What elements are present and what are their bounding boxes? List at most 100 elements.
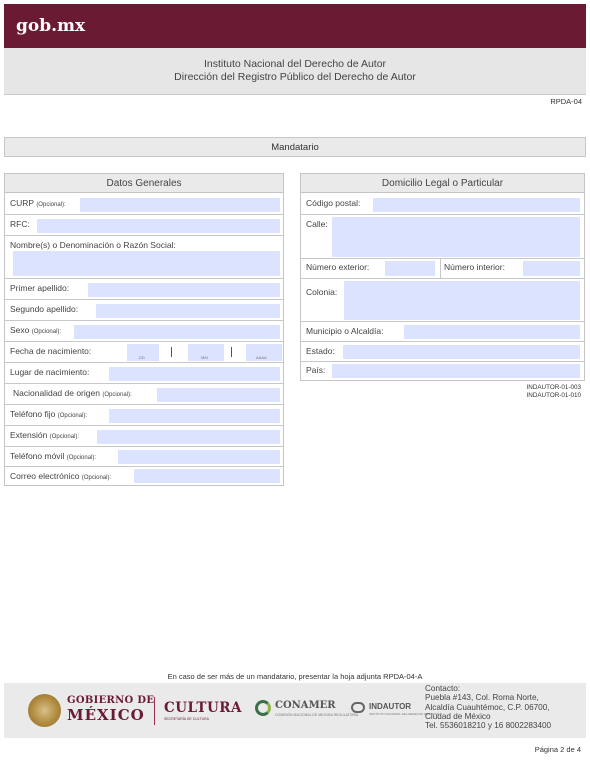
birth-year-input[interactable]: AAAA bbox=[246, 344, 282, 361]
contact-line: Alcaldía Cuauhtémoc, C.P. 06700, bbox=[425, 702, 550, 712]
field-correo: Correo electrónico (Opcional): bbox=[5, 467, 283, 486]
numero-exterior-input[interactable] bbox=[385, 261, 435, 276]
cultura-logo: CULTURA bbox=[164, 700, 242, 716]
date-separator bbox=[231, 347, 232, 357]
domicilio-panel: Domicilio Legal o Particular Código post… bbox=[300, 173, 585, 381]
contact-line: Tel. 5536018210 y 16 8002283400 bbox=[425, 721, 552, 731]
indautor-icon bbox=[351, 702, 365, 713]
extension-input[interactable] bbox=[97, 430, 280, 444]
segundo-apellido-input[interactable] bbox=[96, 304, 280, 318]
field-label: Sexo bbox=[10, 325, 30, 335]
section-title: Mandatario bbox=[4, 137, 586, 157]
field-label: Teléfono fijo bbox=[10, 409, 56, 419]
field-telefono-movil: Teléfono móvil (Opcional): bbox=[5, 447, 283, 467]
field-label: Primer apellido: bbox=[10, 283, 70, 293]
primer-apellido-input[interactable] bbox=[88, 283, 280, 297]
institute-header: Instituto Nacional del Derecho de Autor … bbox=[4, 48, 586, 95]
panel-title: Datos Generales bbox=[5, 174, 283, 193]
page-number: Página 2 de 4 bbox=[534, 745, 581, 754]
calle-input[interactable] bbox=[332, 217, 580, 257]
correo-input[interactable] bbox=[134, 469, 280, 483]
field-calle: Calle: bbox=[301, 215, 584, 259]
optional-note: (Opcional): bbox=[66, 455, 97, 461]
field-telefono-fijo: Teléfono fijo (Opcional): bbox=[5, 405, 283, 426]
field-rfc: RFC: bbox=[5, 215, 283, 236]
field-fecha-nacimiento: Fecha de nacimiento: DD MM AAAA bbox=[5, 342, 283, 363]
field-label: Segundo apellido: bbox=[10, 304, 79, 314]
national-seal-icon bbox=[28, 694, 61, 727]
field-label: Calle: bbox=[306, 219, 328, 229]
field-extension: Extensión (Opcional): bbox=[5, 426, 283, 447]
top-bar: gob.mx bbox=[4, 4, 586, 48]
colonia-input[interactable] bbox=[344, 281, 580, 320]
panel-title: Domicilio Legal o Particular bbox=[301, 174, 584, 193]
indautor-codes: INDAUTOR-01-003 INDAUTOR-01-010 bbox=[527, 384, 581, 399]
field-label: Extensión bbox=[10, 430, 48, 440]
indautor-logo: INDAUTOR bbox=[369, 702, 412, 711]
birth-day-input[interactable]: DD bbox=[127, 344, 159, 361]
telefono-movil-input[interactable] bbox=[118, 450, 280, 464]
sexo-input[interactable] bbox=[74, 325, 280, 339]
contact-line: Contacto: bbox=[425, 684, 461, 693]
codigo-postal-input[interactable] bbox=[373, 198, 580, 212]
field-estado: Estado: bbox=[301, 342, 584, 362]
optional-note: (Opcional): bbox=[102, 392, 132, 398]
optional-note: (Opcional): bbox=[49, 434, 80, 440]
year-hint: AAAA bbox=[256, 355, 267, 360]
conamer-logo-sub: COMISIÓN NACIONAL DE MEJORA REGULATORIA bbox=[275, 713, 359, 717]
optional-note: (Opcional): bbox=[57, 413, 88, 419]
field-pais: País: bbox=[301, 362, 584, 381]
field-municipio: Municipio o Alcaldía: bbox=[301, 322, 584, 342]
conamer-logo: CONAMER bbox=[275, 700, 336, 711]
field-label: Estado: bbox=[306, 346, 335, 356]
field-colonia: Colonia: bbox=[301, 279, 584, 322]
field-sexo: Sexo (Opcional): bbox=[5, 321, 283, 342]
field-nacionalidad: Nacionalidad de origen (Opcional): bbox=[5, 384, 283, 405]
municipio-input[interactable] bbox=[404, 325, 580, 339]
gobierno-logo-line2: MÉXICO bbox=[67, 706, 145, 724]
contact-line: Puebla #143, Col. Roma Norte, bbox=[425, 693, 539, 703]
date-separator bbox=[171, 347, 172, 357]
contact-info: Contacto: Puebla #143, Col. Roma Norte, … bbox=[425, 684, 551, 730]
curp-input[interactable] bbox=[80, 198, 280, 212]
field-label: Fecha de nacimiento: bbox=[10, 346, 92, 356]
field-label: Teléfono móvil bbox=[10, 451, 65, 461]
procedure-code: INDAUTOR-01-003 bbox=[526, 384, 581, 391]
field-codigo-postal: Código postal: bbox=[301, 194, 584, 215]
field-label: Nombre(s) o Denominación o Razón Social: bbox=[10, 240, 176, 250]
field-label: Municipio o Alcaldía: bbox=[306, 326, 384, 336]
field-primer-apellido: Primer apellido: bbox=[5, 279, 283, 300]
field-lugar-nacimiento: Lugar de nacimiento: bbox=[5, 363, 283, 384]
field-nombre: Nombre(s) o Denominación o Razón Social: bbox=[5, 236, 283, 279]
datos-generales-panel: Datos Generales CURP (Opcional): RFC: No… bbox=[4, 173, 284, 486]
estado-input[interactable] bbox=[343, 345, 580, 359]
footer: GOBIERNO DE MÉXICO CULTURA SECRETARÍA DE… bbox=[4, 683, 586, 738]
birth-month-input[interactable]: MM bbox=[188, 344, 224, 361]
telefono-fijo-input[interactable] bbox=[109, 409, 280, 423]
field-label: Colonia: bbox=[306, 287, 338, 297]
annex-note: En caso de ser más de un mandatario, pre… bbox=[167, 672, 423, 681]
gobierno-logo-line1: GOBIERNO DE bbox=[67, 695, 155, 706]
field-label: País: bbox=[306, 365, 326, 375]
numero-interior-input[interactable] bbox=[523, 261, 580, 276]
field-label: Número exterior: bbox=[306, 262, 370, 272]
month-hint: MM bbox=[201, 355, 208, 360]
field-numeros: Número exterior: Número interior: bbox=[301, 259, 584, 279]
day-hint: DD bbox=[139, 355, 145, 360]
field-curp: CURP (Opcional): bbox=[5, 194, 283, 215]
gob-mx-logo[interactable]: gob.mx bbox=[16, 16, 85, 36]
field-label: Nacionalidad de origen bbox=[13, 388, 100, 398]
conamer-icon bbox=[255, 700, 271, 716]
form-code: RPDA-04 bbox=[550, 97, 582, 106]
optional-note: (Opcional): bbox=[31, 329, 62, 335]
contact-line: Ciudad de México bbox=[425, 711, 491, 721]
optional-note: (Opcional): bbox=[36, 202, 66, 208]
pais-input[interactable] bbox=[332, 364, 580, 378]
nombre-input[interactable] bbox=[13, 251, 280, 276]
cultura-logo-sub: SECRETARÍA DE CULTURA bbox=[164, 717, 209, 721]
lugar-nacimiento-input[interactable] bbox=[109, 367, 280, 381]
rfc-input[interactable] bbox=[37, 219, 280, 233]
procedure-code: INDAUTOR-01-010 bbox=[526, 391, 581, 399]
field-label: Lugar de nacimiento: bbox=[10, 367, 90, 377]
nacionalidad-input[interactable] bbox=[157, 388, 280, 402]
